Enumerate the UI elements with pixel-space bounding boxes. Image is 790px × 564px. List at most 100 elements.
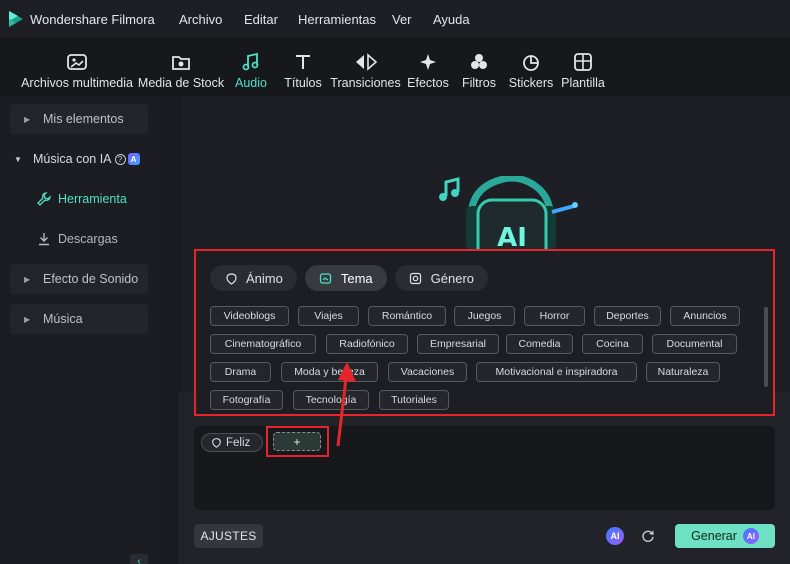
- tab-label: Títulos: [284, 76, 322, 90]
- ajustes-button[interactable]: AJUSTES: [194, 524, 263, 548]
- caret-right-icon: ▶: [24, 314, 31, 324]
- tab-genero[interactable]: Género: [394, 265, 489, 291]
- tag-motivacional[interactable]: Motivacional e inspiradora: [476, 362, 637, 382]
- app-name: Wondershare Filmora: [30, 11, 155, 27]
- filters-icon: [468, 50, 490, 74]
- sidebar-item-label: Herramienta: [58, 192, 127, 206]
- caret-right-icon: ▶: [24, 114, 31, 124]
- tag-vacaciones[interactable]: Vacaciones: [388, 362, 467, 382]
- generate-label: Generar: [691, 529, 737, 543]
- caret-down-icon: ▼: [14, 154, 22, 164]
- tag-cinematografico[interactable]: Cinematográfico: [210, 334, 316, 354]
- tab-label: Stickers: [508, 76, 554, 90]
- stickers-icon: [520, 50, 542, 74]
- tab-label: Archivos multimedia: [21, 76, 133, 90]
- sidebar-item-label: Efecto de Sonido: [43, 272, 139, 286]
- transition-icon: [354, 50, 378, 74]
- tag-naturaleza[interactable]: Naturaleza: [646, 362, 720, 382]
- tag-deportes[interactable]: Deportes: [594, 306, 661, 326]
- theme-icon: [319, 271, 333, 285]
- sidebar-item-label: Música con IA: [33, 152, 112, 166]
- tag-comedia[interactable]: Comedia: [506, 334, 573, 354]
- tab-label: Género: [430, 270, 475, 286]
- ai-badge-icon: A: [127, 153, 140, 165]
- tab-label: Filtros: [461, 76, 497, 90]
- effects-icon: [417, 50, 439, 74]
- info-icon[interactable]: ?: [114, 153, 126, 165]
- refresh-icon[interactable]: [640, 528, 656, 544]
- tab-stickers[interactable]: Stickers: [508, 38, 554, 96]
- title-icon: [293, 50, 313, 74]
- tab-archivos-multimedia[interactable]: Archivos multimedia: [21, 38, 133, 96]
- mood-icon: [211, 437, 222, 448]
- tab-media-de-stock[interactable]: Media de Stock: [137, 38, 225, 96]
- music-note-icon: [241, 50, 261, 74]
- tag-anuncios[interactable]: Anuncios: [670, 306, 740, 326]
- tab-efectos[interactable]: Efectos: [407, 38, 449, 96]
- caret-right-icon: ▶: [24, 274, 31, 284]
- wrench-icon: [36, 191, 52, 207]
- category-tabs: Ánimo Tema Género: [210, 265, 496, 291]
- menu-editar[interactable]: Editar: [244, 0, 278, 38]
- menu-herramientas[interactable]: Herramientas: [298, 0, 376, 38]
- menu-ver[interactable]: Ver: [392, 0, 412, 38]
- ai-hero-text: AI: [497, 223, 527, 253]
- tab-label: Ánimo: [246, 270, 283, 286]
- sidebar-item-efecto-de-sonido[interactable]: ▶ Efecto de Sonido: [10, 264, 148, 294]
- sidebar-subitem-descargas[interactable]: Descargas: [36, 224, 118, 254]
- tag-drama[interactable]: Drama: [210, 362, 271, 382]
- tag-tutoriales[interactable]: Tutoriales: [379, 390, 449, 410]
- generate-button[interactable]: Generar AI: [675, 524, 775, 548]
- tab-animo[interactable]: Ánimo: [210, 265, 297, 291]
- filmora-window: Wondershare Filmora Archivo Editar Herra…: [0, 0, 790, 564]
- tab-label: Transiciones: [330, 76, 401, 90]
- mood-icon: [224, 271, 238, 285]
- selected-chip-feliz[interactable]: Feliz: [201, 433, 264, 452]
- sidebar-item-label: Descargas: [58, 232, 118, 246]
- download-icon: [36, 231, 52, 247]
- menu-ayuda[interactable]: Ayuda: [433, 0, 470, 38]
- ai-assist-icon[interactable]: AI: [606, 527, 624, 545]
- add-tag-button[interactable]: +: [273, 432, 321, 451]
- tag-viajes[interactable]: Viajes: [298, 306, 359, 326]
- main-toolbar: Archivos multimedia Media de Stock Audio…: [0, 38, 790, 96]
- sidebar-item-mis-elementos[interactable]: ▶ Mis elementos: [10, 104, 148, 134]
- sidebar-item-musica-con-ia[interactable]: ▼ Música con IA ? A: [10, 144, 160, 174]
- title-bar: Wondershare Filmora Archivo Editar Herra…: [0, 0, 790, 38]
- tag-cocina[interactable]: Cocina: [582, 334, 643, 354]
- tag-horror[interactable]: Horror: [524, 306, 585, 326]
- tab-label: Audio: [235, 76, 267, 90]
- sidebar-item-label: Mis elementos: [43, 112, 124, 126]
- tab-transiciones[interactable]: Transiciones: [330, 38, 401, 96]
- collapse-panel-button[interactable]: ‹: [130, 554, 148, 564]
- sidebar-item-label: Música: [43, 312, 83, 326]
- tab-label: Efectos: [407, 76, 449, 90]
- media-icon: [66, 50, 88, 74]
- tab-label: Tema: [340, 270, 373, 286]
- tab-filtros[interactable]: Filtros: [462, 38, 496, 96]
- tag-fotografia[interactable]: Fotografía: [210, 390, 283, 410]
- chip-label: Feliz: [226, 436, 251, 449]
- tab-tema[interactable]: Tema: [304, 265, 387, 291]
- tab-audio[interactable]: Audio: [231, 38, 271, 96]
- annotation-arrow-icon: [336, 362, 356, 447]
- tag-radiofonico[interactable]: Radiofónico: [326, 334, 408, 354]
- tab-label: Media de Stock: [137, 76, 225, 90]
- tags-scrollbar[interactable]: [764, 307, 768, 387]
- sidebar-subitem-herramienta[interactable]: Herramienta: [36, 184, 127, 214]
- sidebar-item-musica[interactable]: ▶ Música: [10, 304, 148, 334]
- filmora-logo-icon: [6, 9, 26, 29]
- template-icon: [573, 50, 593, 74]
- options-panel: Ánimo Tema Género Videoblogs Viajes Romá…: [198, 251, 775, 415]
- tag-romantico[interactable]: Romántico: [368, 306, 446, 326]
- tag-juegos[interactable]: Juegos: [454, 306, 515, 326]
- tag-empresarial[interactable]: Empresarial: [417, 334, 499, 354]
- tab-plantilla[interactable]: Plantilla: [561, 38, 605, 96]
- ai-badge-icon: AI: [742, 528, 759, 544]
- tab-titulos[interactable]: Títulos: [284, 38, 322, 96]
- tag-videoblogs[interactable]: Videoblogs: [210, 306, 289, 326]
- tag-documental[interactable]: Documental: [652, 334, 737, 354]
- genre-icon: [409, 271, 423, 285]
- stock-media-icon: [170, 50, 192, 74]
- menu-archivo[interactable]: Archivo: [179, 0, 222, 38]
